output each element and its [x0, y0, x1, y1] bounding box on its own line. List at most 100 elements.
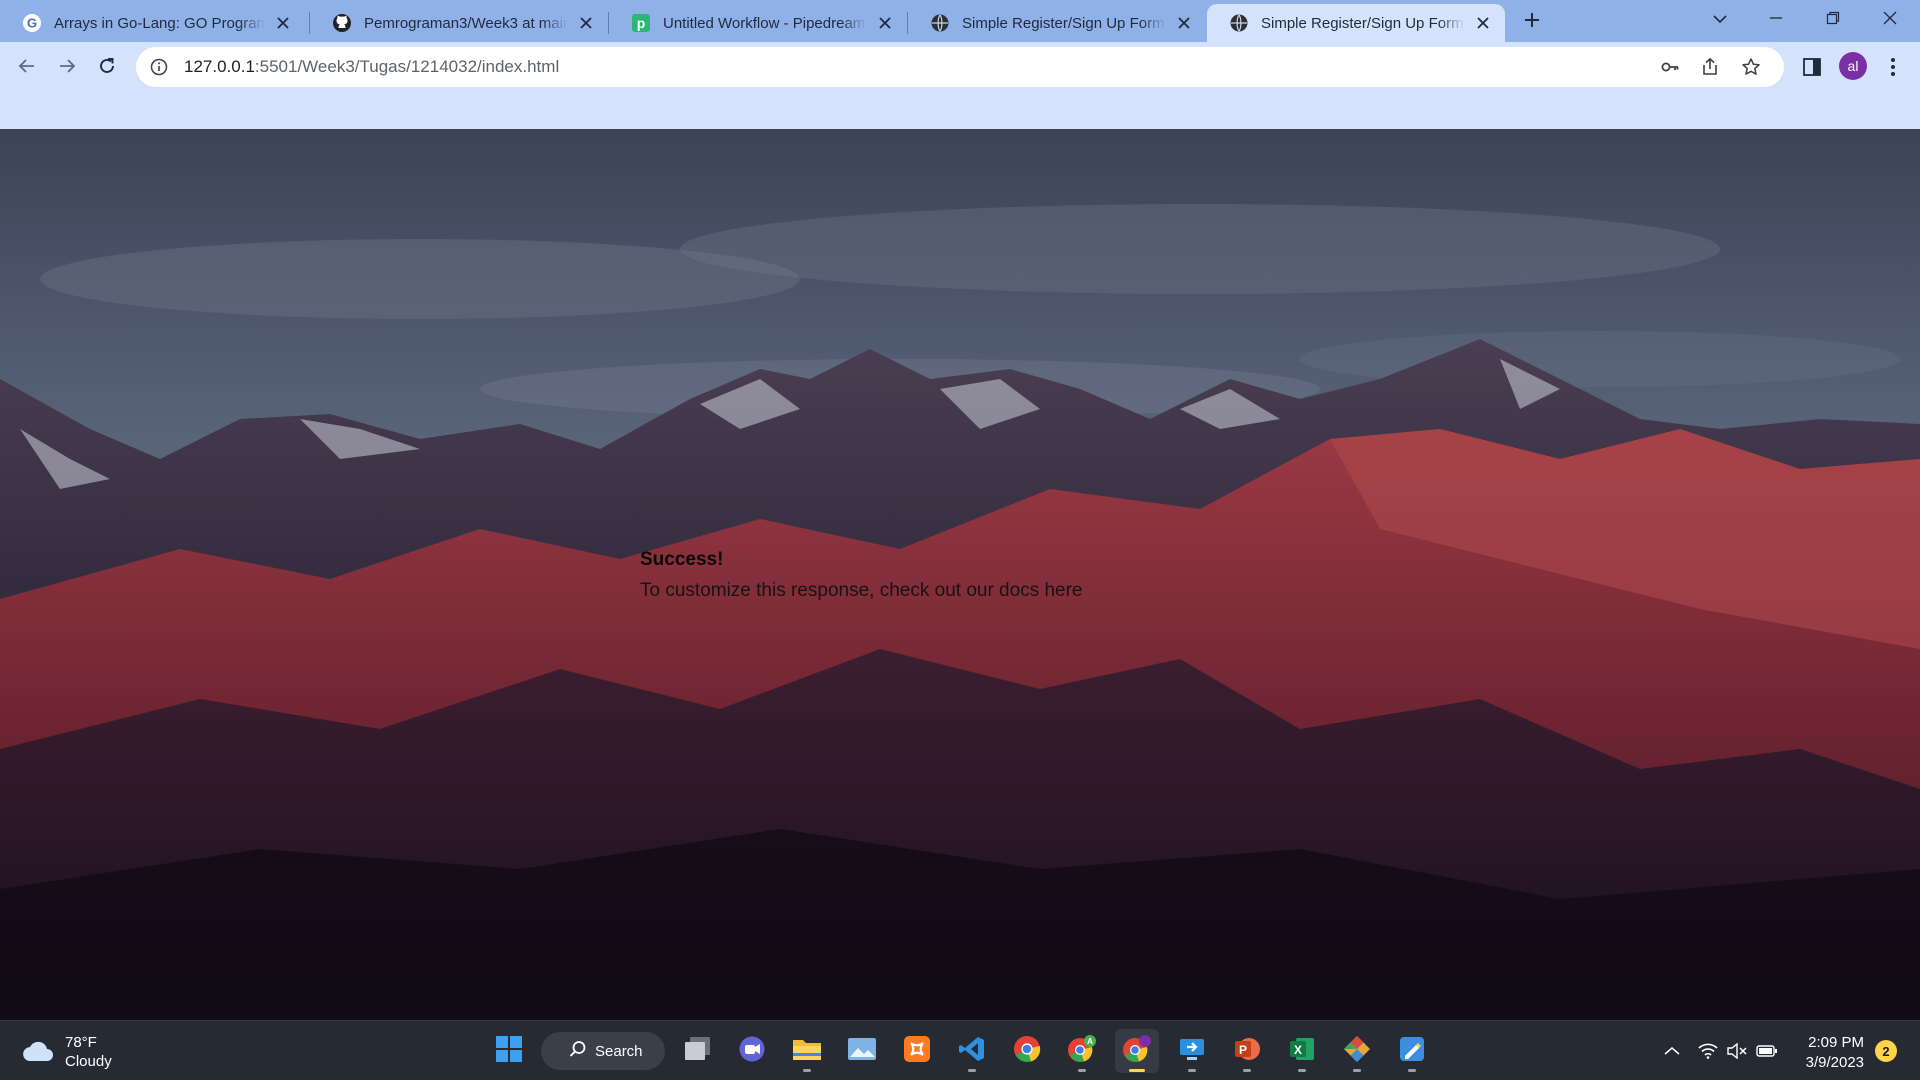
close-icon [1883, 11, 1897, 30]
battery-icon[interactable] [1755, 1039, 1779, 1063]
profile-avatar[interactable]: al [1839, 52, 1867, 80]
xampp-icon [903, 1035, 931, 1068]
svg-text:G: G [27, 16, 37, 31]
close-window-button[interactable] [1862, 0, 1918, 40]
forward-button[interactable] [50, 51, 84, 85]
browser-toolbar: 127.0.0.1:5501/Week3/Tugas/1214032/index… [0, 42, 1920, 130]
reload-icon [98, 57, 116, 80]
chrome-profile-al-icon [1122, 1034, 1152, 1069]
arrow-right-icon [58, 57, 76, 80]
tab-arrays-go-lang[interactable]: G Arrays in Go-Lang: GO Programming [0, 4, 305, 42]
svg-text:A: A [1087, 1037, 1093, 1046]
search-icon [569, 1040, 587, 1062]
github-icon [332, 13, 352, 33]
running-indicator [968, 1069, 976, 1072]
success-message: Success! To customize this response, che… [640, 549, 1083, 602]
git-button[interactable] [1335, 1029, 1379, 1073]
task-view-icon [684, 1036, 712, 1067]
wifi-icon[interactable] [1696, 1039, 1720, 1063]
share-icon[interactable] [1699, 56, 1721, 78]
chrome-profile-a-icon: A [1067, 1034, 1097, 1069]
git-icon [1342, 1034, 1372, 1069]
volume-muted-icon[interactable] [1725, 1039, 1749, 1063]
taskbar-clock[interactable]: 2:09 PM 3/9/2023 [1794, 1033, 1864, 1073]
windows-taskbar: 78°F Cloudy Search A P X 2:09 PM 3/9/202… [0, 1020, 1920, 1080]
excel-icon: X [1288, 1035, 1316, 1068]
url-host: 127.0.0.1 [184, 57, 255, 76]
close-icon[interactable] [1174, 13, 1194, 33]
tab-title: Simple Register/Sign Up Form by [962, 14, 1166, 32]
restore-icon [1826, 11, 1840, 30]
site-info-icon[interactable] [148, 56, 170, 78]
tab-pipedream-workflow[interactable]: p Untitled Workflow - Pipedream [609, 4, 907, 42]
chrome-profile-al-button[interactable] [1115, 1029, 1159, 1073]
key-icon[interactable] [1659, 56, 1681, 78]
new-tab-button[interactable] [1518, 8, 1546, 36]
back-button[interactable] [10, 51, 44, 85]
xampp-button[interactable] [895, 1029, 939, 1073]
vscode-icon [958, 1035, 986, 1068]
tab-search-button[interactable] [1692, 0, 1748, 40]
paint-icon [1398, 1035, 1426, 1068]
address-bar[interactable]: 127.0.0.1:5501/Week3/Tugas/1214032/index… [136, 47, 1784, 87]
bookmark-star-icon[interactable] [1740, 56, 1762, 78]
cloud-icon [20, 1037, 56, 1067]
paint-button[interactable] [1390, 1029, 1434, 1073]
reload-button[interactable] [90, 51, 124, 85]
chevron-down-icon [1713, 11, 1727, 29]
powerpoint-button[interactable]: P [1225, 1029, 1269, 1073]
teams-chat-button[interactable] [730, 1029, 774, 1073]
success-body: To customize this response, check out ou… [640, 580, 1083, 601]
weather-condition: Cloudy [65, 1053, 112, 1070]
running-indicator [1353, 1069, 1361, 1072]
kebab-menu-icon[interactable] [1878, 52, 1908, 82]
remote-desktop-icon [1178, 1035, 1206, 1068]
minimize-icon [1769, 11, 1783, 30]
weather-temperature: 78°F [65, 1034, 97, 1051]
tab-title: Arrays in Go-Lang: GO Programming [54, 14, 265, 32]
google-icon: G [22, 13, 42, 33]
chevron-up-icon[interactable] [1660, 1039, 1684, 1063]
chrome-profile-a-button[interactable]: A [1060, 1029, 1104, 1073]
url-path: :5501/Week3/Tugas/1214032/index.html [254, 57, 560, 76]
running-indicator [1188, 1069, 1196, 1072]
minimize-button[interactable] [1748, 0, 1804, 40]
tab-github-pemrograman3[interactable]: Pemrograman3/Week3 at main · [310, 4, 608, 42]
arrow-left-icon [18, 57, 36, 80]
close-icon[interactable] [875, 13, 895, 33]
browser-tab-strip: G Arrays in Go-Lang: GO Programming Pemr… [0, 0, 1920, 42]
powerpoint-icon: P [1233, 1035, 1261, 1068]
close-icon[interactable] [1473, 13, 1493, 33]
tab-simple-register-form-1[interactable]: Simple Register/Sign Up Form by [908, 4, 1206, 42]
active-indicator [1129, 1069, 1145, 1072]
restore-button[interactable] [1805, 0, 1861, 40]
globe-icon [1229, 13, 1249, 33]
clock-date: 3/9/2023 [1805, 1054, 1864, 1071]
vscode-button[interactable] [950, 1029, 994, 1073]
chrome-button[interactable] [1005, 1029, 1049, 1073]
search-label: Search [595, 1042, 643, 1060]
running-indicator [1408, 1069, 1416, 1072]
file-explorer-button[interactable] [785, 1029, 829, 1073]
tab-title: Untitled Workflow - Pipedream [663, 14, 867, 32]
svg-text:X: X [1294, 1043, 1302, 1057]
side-panel-icon[interactable] [1797, 52, 1827, 82]
weather-widget[interactable]: 78°F Cloudy [20, 1033, 112, 1071]
pipedream-icon: p [631, 13, 651, 33]
photos-button[interactable] [840, 1029, 884, 1073]
excel-button[interactable]: X [1280, 1029, 1324, 1073]
notification-badge[interactable]: 2 [1875, 1040, 1897, 1062]
svg-text:P: P [1239, 1043, 1247, 1057]
globe-icon [930, 13, 950, 33]
close-icon[interactable] [576, 13, 596, 33]
tab-simple-register-form-active[interactable]: Simple Register/Sign Up Form by [1207, 4, 1505, 42]
taskbar-search[interactable]: Search [541, 1032, 665, 1070]
photos-icon [847, 1037, 877, 1066]
close-icon[interactable] [273, 13, 293, 33]
tab-title: Simple Register/Sign Up Form by [1261, 14, 1465, 32]
start-button[interactable] [487, 1029, 531, 1073]
windows-start-icon [495, 1035, 523, 1068]
task-view-button[interactable] [676, 1029, 720, 1073]
page-viewport: Success! To customize this response, che… [0, 129, 1920, 1020]
remote-desktop-button[interactable] [1170, 1029, 1214, 1073]
